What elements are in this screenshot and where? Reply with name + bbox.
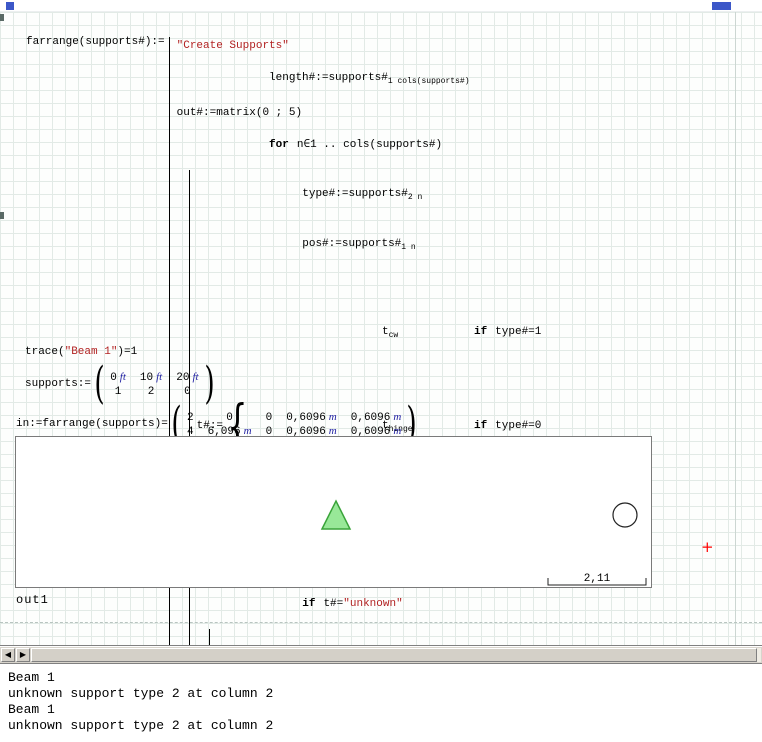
case-cw-expr: tcw	[382, 322, 474, 346]
matrix-cell: 20ft	[176, 371, 198, 384]
horizontal-scrollbar[interactable]: ◀ ▶	[0, 645, 762, 663]
if-lhs-text: t#=	[323, 598, 343, 610]
matrix-cell: 0	[176, 385, 198, 398]
supports-lhs: supports:=	[25, 378, 91, 390]
beam1-string: "Beam 1"	[65, 346, 118, 358]
for-keyword: for	[269, 139, 289, 151]
margin-marker-mid	[0, 212, 4, 219]
if-keyword-case1: if	[474, 326, 487, 338]
right-paren: )	[204, 364, 214, 404]
if-unknown-string: "unknown"	[343, 598, 402, 610]
page-marker-right-icon	[712, 2, 731, 10]
supports-matrix-grid: 0ft 10ft 20ft 1 2 0	[108, 371, 200, 398]
output-line: Beam 1	[8, 670, 762, 686]
left-paren: (	[94, 364, 104, 404]
farrange-lhs: farrange(supports#):=	[26, 36, 165, 48]
insertion-cursor-icon: +	[701, 540, 714, 555]
output-line: unknown support type 2 at column 2	[8, 686, 762, 702]
prog-line-for-loop: for n∈1 .. cols(supports#)	[177, 123, 762, 168]
in-result-matrix-grid: 2 0 0 0,6096m 0,6096m 4 6,096m 0 0,6096m…	[185, 411, 403, 438]
top-strip	[0, 0, 762, 12]
length-subscript: 1 cols(supports#)	[388, 77, 470, 86]
output-line: Beam 1	[8, 702, 762, 718]
program-block-outer: "Create Supports" length#:=supports#1 co…	[169, 37, 762, 742]
prog-line-pos-assign: pos#:=supports#1 n	[197, 222, 762, 270]
type-assign-text: type#:=supports#	[302, 188, 408, 200]
for-range-text: n∈1 .. cols(supports#)	[297, 139, 442, 151]
case2-condition: type#=0	[495, 420, 541, 432]
type-subscript: 2 n	[408, 193, 422, 202]
scrollbar-thumb[interactable]	[31, 648, 757, 662]
t-base: t	[382, 326, 389, 338]
case-row-cw: tcwiftype#=1	[250, 302, 541, 366]
matrix-cell: 0ft	[110, 371, 126, 384]
matrix-cell: 10ft	[140, 371, 162, 384]
scrollbar-track[interactable]	[31, 648, 761, 662]
in-lhs: in:=farrange(supports)=	[16, 418, 168, 430]
margin-marker-top	[0, 14, 4, 21]
math-region-supports-definition[interactable]: supports:= ( 0ft 10ft 20ft 1 2 0 )	[25, 364, 218, 404]
prog-line-create-supports-string: "Create Supports"	[177, 39, 762, 54]
matrix-cell: 0	[208, 411, 252, 424]
trace-call-result: )=1	[117, 346, 137, 358]
matrix-cell: 2	[140, 385, 162, 398]
length-assign-text: length#:=supports#	[269, 72, 388, 84]
page-marker-left-icon	[6, 2, 14, 10]
beam-plot-svg: 2,11	[16, 437, 651, 587]
prog-line-length-assign: length#:=supports#1 cols(supports#)	[177, 56, 762, 104]
output-line: unknown support type 2 at column 2	[8, 718, 762, 734]
pos-subscript: 1 n	[401, 243, 415, 252]
pos-assign-text: pos#:=supports#	[302, 238, 401, 250]
math-region-trace-call[interactable]: trace("Beam 1")=1	[25, 346, 137, 358]
supports-matrix: ( 0ft 10ft 20ft 1 2 0 )	[91, 364, 218, 404]
matrix-cell: 1	[110, 385, 126, 398]
if-keyword-case2: if	[474, 420, 487, 432]
prog-line-type-assign: type#:=supports#2 n	[197, 172, 762, 220]
if-keyword: if	[302, 598, 315, 610]
scroll-left-button[interactable]: ◀	[1, 648, 15, 662]
output-trace-window[interactable]: Beam 1 unknown support type 2 at column …	[0, 663, 762, 742]
trace-call-open: trace(	[25, 346, 65, 358]
pinned-support-triangle-icon	[322, 501, 350, 529]
matrix-cell: 0,6096m	[286, 411, 337, 424]
case1-condition: type#=1	[495, 326, 541, 338]
scale-label: 2,11	[584, 573, 611, 585]
roller-support-circle-icon	[613, 503, 637, 527]
plot-region[interactable]: 2,11	[15, 436, 652, 588]
smath-worksheet-window: farrange(supports#):= "Create Supports" …	[0, 0, 762, 742]
matrix-cell: 0	[266, 411, 273, 424]
matrix-cell: 2	[187, 411, 194, 424]
scroll-right-button[interactable]: ▶	[16, 648, 30, 662]
worksheet-canvas[interactable]: farrange(supports#):= "Create Supports" …	[0, 12, 762, 645]
prog-line-out-matrix: out#:=matrix(0 ; 5)	[177, 106, 762, 121]
plot-caption-out1: out1	[16, 593, 49, 607]
matrix-cell: 0,6096m	[351, 411, 402, 424]
cw-subscript: cw	[389, 331, 399, 340]
